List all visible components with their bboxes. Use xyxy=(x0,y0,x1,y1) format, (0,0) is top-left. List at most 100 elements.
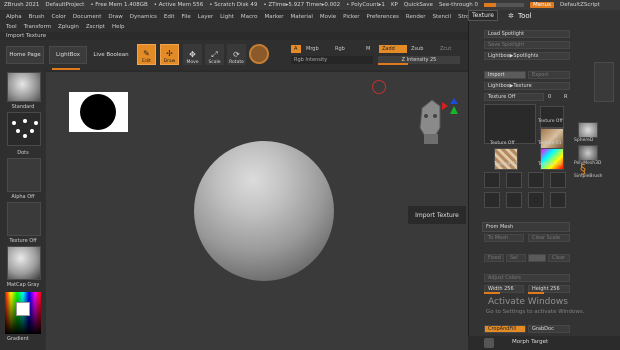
project-name: DefaultProject xyxy=(45,2,85,8)
scale-mode-button[interactable]: ⤢ Scale xyxy=(205,44,224,65)
texture-01-thumb[interactable] xyxy=(540,128,564,150)
home-page-button[interactable]: Home Page xyxy=(6,46,44,64)
menu-macro[interactable]: Macro xyxy=(241,14,258,20)
zcut-toggle[interactable]: Zcut xyxy=(440,46,451,52)
new-texture-icon[interactable] xyxy=(550,192,566,208)
menu-dynamics[interactable]: Dynamics xyxy=(130,14,157,20)
rotate-mode-button[interactable]: ⟳ Rotate xyxy=(227,44,246,65)
edit-mode-button[interactable]: ✎ Edit xyxy=(137,44,156,65)
flip-v-icon[interactable] xyxy=(506,172,522,188)
menu-preferences[interactable]: Preferences xyxy=(367,14,399,20)
width-slider-fill xyxy=(484,292,500,294)
see-through-slider[interactable] xyxy=(484,3,525,7)
matcap-thumb[interactable] xyxy=(7,246,41,280)
save-spotlight-button[interactable]: Save Spotlight xyxy=(484,41,570,49)
crop-and-fill-button[interactable]: CropAndFill xyxy=(484,325,526,333)
menu-color[interactable]: Color xyxy=(52,14,66,20)
menu-render[interactable]: Render xyxy=(406,14,426,20)
flip-h-icon[interactable] xyxy=(484,172,500,188)
menu-picker[interactable]: Picker xyxy=(343,14,359,20)
quicksave-button[interactable]: QuickSave xyxy=(404,2,433,8)
sel-fill-button[interactable] xyxy=(528,254,546,262)
material-sphere-icon[interactable] xyxy=(249,44,269,64)
see-through-label: See-through 0 xyxy=(438,2,479,8)
color-picker[interactable] xyxy=(5,292,41,334)
alpha-thumb[interactable] xyxy=(7,158,41,192)
menu-material[interactable]: Material xyxy=(291,14,313,20)
menu-transform[interactable]: Transform xyxy=(24,24,51,30)
menu-zscript[interactable]: Zscript xyxy=(86,24,105,30)
menu-file[interactable]: File xyxy=(182,14,191,20)
menu-zplugin[interactable]: Zplugin xyxy=(58,24,79,30)
invert-texture-icon[interactable] xyxy=(550,172,566,188)
morph-target-label[interactable]: Morph Target xyxy=(512,339,548,345)
clear-scale-button[interactable]: Clear Scale xyxy=(528,234,570,242)
polymesh3d-thumb[interactable] xyxy=(578,145,598,161)
adjust-colors-button[interactable]: Adjust Colors xyxy=(484,274,570,282)
menus-button[interactable]: Menus xyxy=(530,2,555,8)
move-icon: ✥ xyxy=(189,50,196,59)
morph-icon[interactable] xyxy=(484,338,494,348)
grad-icon[interactable] xyxy=(484,192,500,208)
texture-off-slider[interactable]: Texture Off xyxy=(484,93,544,101)
import-button[interactable]: Import xyxy=(484,71,526,79)
height-slider-fill xyxy=(528,292,544,294)
menu-movie[interactable]: Movie xyxy=(320,14,336,20)
a-toggle[interactable]: A xyxy=(291,45,301,53)
lightbox-texture-button[interactable]: Lightbox▶Texture xyxy=(484,82,570,90)
lightbox-spotlights-button[interactable]: Lightbox▶Spotlights xyxy=(484,52,570,60)
draw-icon: ✢ xyxy=(166,49,173,58)
menu-layer[interactable]: Layer xyxy=(198,14,213,20)
stroke-dots-thumb[interactable] xyxy=(7,112,41,146)
export-button[interactable]: Export xyxy=(528,71,570,79)
m-toggle[interactable]: M xyxy=(366,46,370,52)
zadd-toggle[interactable]: Zadd xyxy=(379,45,407,53)
texture-tab[interactable]: Texture xyxy=(468,10,498,21)
menu-brush[interactable]: Brush xyxy=(29,14,45,20)
menu-marker[interactable]: Marker xyxy=(265,14,284,20)
grab-doc-button[interactable]: GrabDoc xyxy=(528,325,570,333)
rotate-icon: ⟳ xyxy=(233,50,240,59)
move-mode-button[interactable]: ✥ Move xyxy=(183,44,202,65)
orientation-head-icon[interactable] xyxy=(412,94,462,150)
menu-light[interactable]: Light xyxy=(220,14,234,20)
make-alpha-icon[interactable] xyxy=(528,192,544,208)
menu-tool[interactable]: Tool xyxy=(6,24,17,30)
color-picker-swatch xyxy=(16,302,30,316)
load-spotlight-button[interactable]: Load Spotlight xyxy=(484,30,570,38)
tool-gear-icon[interactable]: ✲ xyxy=(508,12,514,20)
zsub-toggle[interactable]: Zsub xyxy=(411,46,423,52)
texture-thumb[interactable] xyxy=(7,202,41,236)
brush-standard-thumb[interactable] xyxy=(7,72,41,102)
menu-alpha[interactable]: Alpha xyxy=(6,14,22,20)
menu-edit[interactable]: Edit xyxy=(164,14,175,20)
sphere3d-thumb[interactable] xyxy=(578,122,598,138)
texture-r-label: R xyxy=(564,94,568,100)
current-texture-thumb[interactable] xyxy=(484,104,536,144)
rgb-intensity-slider[interactable]: Rgb Intensity xyxy=(291,56,373,64)
from-mesh-button[interactable]: From Mesh xyxy=(482,222,570,232)
texture-off-thumb[interactable] xyxy=(540,106,564,128)
draw-mode-button[interactable]: ✢ Draw xyxy=(160,44,179,65)
texture-off-label: Texture Off xyxy=(9,238,37,244)
clone-icon[interactable] xyxy=(506,192,522,208)
clear-button[interactable]: Clear xyxy=(548,254,570,262)
live-boolean-button[interactable]: Live Boolean xyxy=(91,46,131,64)
alpha-off-label: Alpha Off xyxy=(11,194,35,200)
to-mesh-button[interactable]: To Mesh xyxy=(484,234,524,242)
fixed-button[interactable]: Fixed xyxy=(484,254,504,262)
scratch-disk: • Scratch Disk 49 xyxy=(209,2,258,8)
right-scroll-strip[interactable] xyxy=(594,62,614,102)
sphere-model[interactable] xyxy=(194,141,334,281)
menu-document[interactable]: Document xyxy=(73,14,102,20)
rotate-texture-icon[interactable] xyxy=(528,172,544,188)
sel-button[interactable]: Sel xyxy=(506,254,526,262)
mrgb-toggle[interactable]: Mrgb xyxy=(306,46,319,52)
menu-help[interactable]: Help xyxy=(112,24,125,30)
ztime: • ZTime▸5.927 Timer▸0.002 xyxy=(263,2,341,8)
rgb-toggle[interactable]: Rgb xyxy=(335,46,345,52)
menu-draw[interactable]: Draw xyxy=(108,14,122,20)
menu-stencil[interactable]: Stencil xyxy=(432,14,451,20)
lightbox-button[interactable]: LightBox xyxy=(49,46,87,64)
default-zscript-button[interactable]: DefaultZScript xyxy=(560,2,600,8)
